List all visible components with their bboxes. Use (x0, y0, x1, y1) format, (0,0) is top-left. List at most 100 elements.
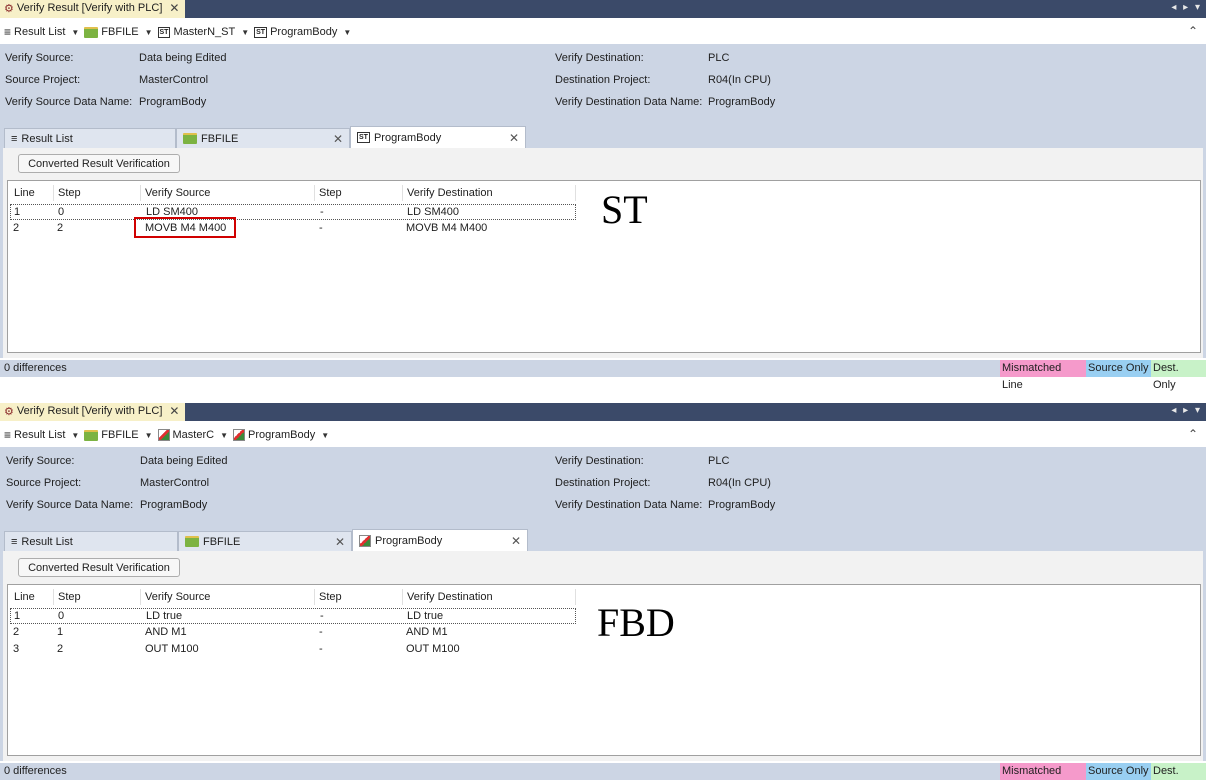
st-program-icon: ST (357, 132, 370, 143)
converted-result-verification-button[interactable]: Converted Result Verification (18, 558, 180, 577)
breadcrumb-label: ProgramBody (270, 26, 338, 38)
source-data-name-value: ProgramBody (139, 96, 207, 108)
collapse-chevron-up-icon[interactable]: ⌃ (1188, 24, 1198, 38)
chevron-down-icon[interactable]: ▼ (321, 431, 329, 440)
column-header-step[interactable]: Step (54, 589, 141, 605)
tab-result-list[interactable]: ≡ Result List (4, 531, 178, 551)
chevron-down-icon[interactable]: ▼ (343, 28, 351, 37)
chevron-down-icon[interactable]: ▼ (71, 28, 79, 37)
cell-dest-step: - (320, 610, 324, 622)
cell-step: 2 (57, 643, 64, 655)
tab-label: Result List (21, 535, 73, 548)
status-bar: 0 differences Mismatched Line Source Onl… (0, 763, 1206, 780)
document-tab-title: Verify Result [Verify with PLC] (16, 2, 163, 14)
legend-dest-only: Dest. Only (1151, 763, 1206, 780)
source-project-label: Source Project: (6, 477, 82, 489)
verify-source-label: Verify Source: (6, 455, 75, 467)
collapse-chevron-up-icon[interactable]: ⌃ (1188, 427, 1198, 441)
source-project-value: MasterControl (139, 74, 209, 86)
cell-verify-destination: LD SM400 (407, 206, 459, 218)
converted-result-verification-button[interactable]: Converted Result Verification (18, 154, 180, 173)
result-content: Converted Result Verification Line Step … (0, 551, 1206, 761)
breadcrumb-label: MasterC (172, 429, 215, 441)
list-icon: ≡ (4, 25, 12, 39)
differences-count: 0 differences (4, 362, 67, 374)
legend-source-only: Source Only (1086, 360, 1151, 377)
cell-verify-source: LD true (146, 610, 183, 622)
column-header-line[interactable]: Line (10, 589, 54, 605)
chevron-down-icon[interactable]: ▼ (71, 431, 79, 440)
verify-icon: ⚙ (4, 2, 14, 15)
tab-programbody[interactable]: ProgramBody ✕ (352, 529, 528, 551)
tab-scroll-arrows-icon[interactable]: ◂ ▸ ▾ (1171, 2, 1202, 13)
column-header-line[interactable]: Line (10, 185, 54, 201)
document-tab-bar: ⚙ Verify Result [Verify with PLC] ✕ ◂ ▸ … (0, 403, 1206, 421)
chevron-down-icon[interactable]: ▼ (241, 28, 249, 37)
folder-icon (185, 536, 199, 547)
breadcrumb: ≡ Result List ▼ FBFILE ▼ MasterC ▼ Progr… (0, 425, 1206, 445)
table-row[interactable]: 2 2 MOVB M4 M400 - MOVB M4 M400 (10, 221, 576, 237)
verify-info-section: Verify Source: Data being Edited Source … (0, 447, 1206, 527)
list-icon: ≡ (11, 132, 18, 145)
verify-result-document-tab[interactable]: ⚙ Verify Result [Verify with PLC] ✕ (0, 0, 186, 18)
close-icon[interactable]: ✕ (169, 404, 179, 418)
close-icon[interactable]: ✕ (169, 1, 179, 15)
table-row[interactable]: 1 0 LD SM400 - LD SM400 (10, 204, 576, 220)
destination-project-label: Destination Project: (555, 477, 651, 489)
legend-source-only: Source Only (1086, 763, 1151, 780)
destination-project-value: R04(In CPU) (708, 74, 771, 86)
table-row[interactable]: 1 0 LD true - LD true (10, 608, 576, 624)
verify-destination-label: Verify Destination: (555, 52, 644, 64)
destination-data-name-value: ProgramBody (708, 499, 776, 511)
cell-verify-destination: LD true (407, 610, 444, 622)
cell-line: 1 (14, 206, 21, 218)
breadcrumb-body[interactable]: ST ProgramBody ▼ (254, 26, 353, 38)
breadcrumb-fbfile[interactable]: FBFILE ▼ (84, 429, 154, 441)
column-header-step[interactable]: Step (54, 185, 141, 201)
cell-dest-step: - (319, 626, 323, 638)
tab-result-list[interactable]: ≡ Result List (4, 128, 176, 148)
breadcrumb-body[interactable]: ProgramBody ▼ (233, 429, 331, 441)
list-icon: ≡ (4, 428, 12, 442)
column-header-verify-source[interactable]: Verify Source (141, 185, 315, 201)
close-icon[interactable]: ✕ (509, 131, 519, 145)
verify-result-document-tab[interactable]: ⚙ Verify Result [Verify with PLC] ✕ (0, 403, 186, 421)
close-icon[interactable]: ✕ (333, 132, 343, 146)
cell-dest-step: - (320, 206, 324, 218)
tab-fbfile[interactable]: FBFILE ✕ (176, 128, 350, 148)
breadcrumb-fbfile[interactable]: FBFILE ▼ (84, 26, 154, 38)
column-header-verify-destination[interactable]: Verify Destination (403, 185, 576, 201)
close-icon[interactable]: ✕ (511, 534, 521, 548)
chevron-down-icon[interactable]: ▼ (145, 28, 153, 37)
tab-fbfile[interactable]: FBFILE ✕ (178, 531, 352, 551)
tab-programbody[interactable]: ST ProgramBody ✕ (350, 126, 526, 148)
close-icon[interactable]: ✕ (335, 535, 345, 549)
breadcrumb-program[interactable]: MasterC ▼ (157, 429, 230, 441)
table-row[interactable]: 3 2 OUT M100 - OUT M100 (10, 642, 576, 658)
chevron-down-icon[interactable]: ▼ (145, 431, 153, 440)
verify-info-section: Verify Source: Data being Edited Source … (0, 44, 1206, 124)
breadcrumb-result-list[interactable]: ≡ Result List ▼ (4, 428, 81, 442)
tab-scroll-arrows-icon[interactable]: ◂ ▸ ▾ (1171, 405, 1202, 416)
source-data-name-label: Verify Source Data Name: (6, 499, 134, 511)
column-header-verify-source[interactable]: Verify Source (141, 589, 315, 605)
column-header-verify-destination[interactable]: Verify Destination (403, 589, 576, 605)
column-header-dest-step[interactable]: Step (315, 589, 403, 605)
inner-tab-strip: ≡ Result List FBFILE ✕ ST ProgramBody ✕ (0, 124, 1206, 148)
breadcrumb-program[interactable]: ST MasterN_ST ▼ (157, 26, 252, 38)
legend-dest-only: Dest. Only (1151, 360, 1206, 391)
chevron-down-icon[interactable]: ▼ (220, 431, 228, 440)
cell-dest-step: - (319, 222, 323, 234)
cell-verify-source: OUT M100 (145, 643, 199, 655)
breadcrumb-result-list[interactable]: ≡ Result List ▼ (4, 25, 81, 39)
verify-source-label: Verify Source: (5, 52, 74, 64)
document-tab-title: Verify Result [Verify with PLC] (16, 405, 163, 417)
column-header-dest-step[interactable]: Step (315, 185, 403, 201)
destination-data-name-value: ProgramBody (708, 96, 776, 108)
cell-verify-destination: AND M1 (406, 626, 448, 638)
table-row[interactable]: 2 1 AND M1 - AND M1 (10, 625, 576, 641)
cell-step: 1 (57, 626, 64, 638)
breadcrumb-label: Result List (14, 429, 66, 441)
fbd-program-icon (233, 429, 245, 441)
tab-label: Result List (21, 132, 73, 145)
